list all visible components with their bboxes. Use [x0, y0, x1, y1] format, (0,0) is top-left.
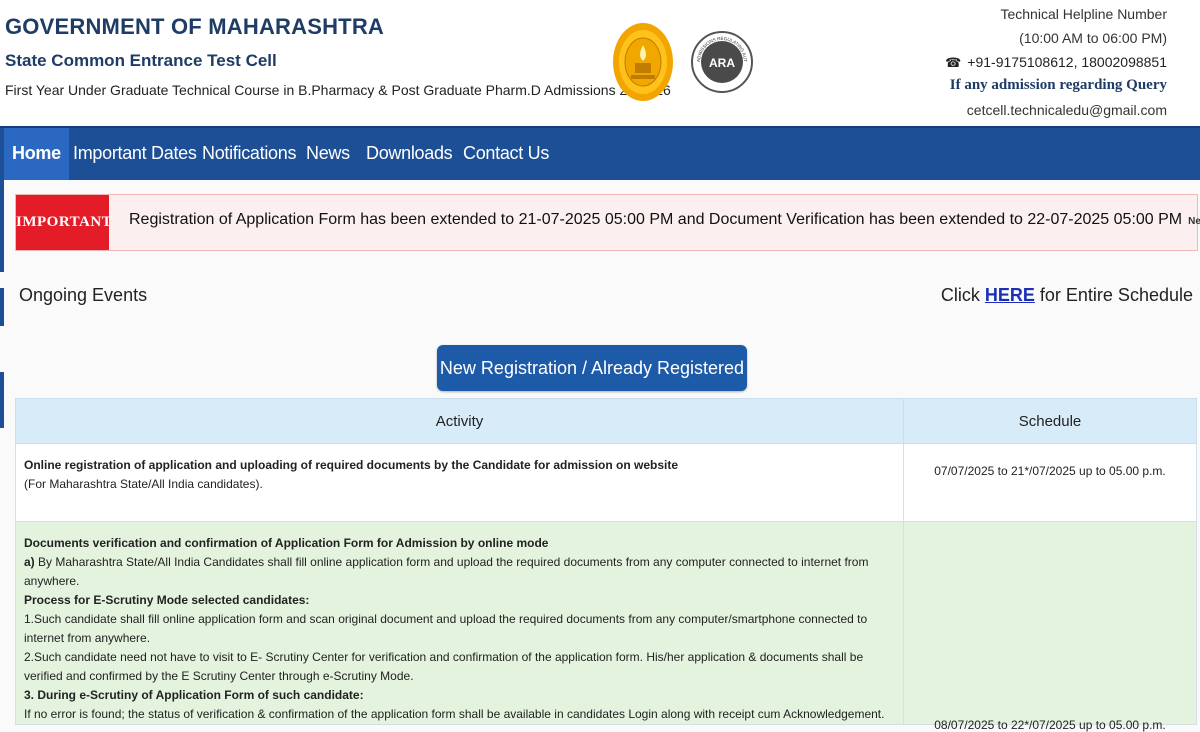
- schedule-cell: 07/07/2025 to 21*/07/2025 up to 05.00 p.…: [903, 443, 1197, 522]
- main-navbar: Home Important Dates Notifications News …: [0, 126, 1200, 180]
- course-title: First Year Under Graduate Technical Cour…: [5, 82, 671, 98]
- maharashtra-seal-logo: [613, 23, 673, 101]
- important-alert: IMPORTANT Registration of Application Fo…: [15, 194, 1200, 251]
- activity-title: Documents verification and confirmation …: [24, 536, 549, 550]
- schedule-header: Schedule: [903, 398, 1197, 444]
- helpline-phone-number: +91-9175108612, 18002098851: [967, 54, 1167, 70]
- activity-subtitle: (For Maharashtra State/All India candida…: [24, 477, 263, 491]
- process-title: Process for E-Scrutiny Mode selected can…: [24, 593, 310, 607]
- activity-header: Activity: [15, 398, 904, 444]
- ongoing-events-title: Ongoing Events: [19, 285, 148, 305]
- nav-item-home[interactable]: Home: [4, 128, 69, 180]
- government-title: GOVERNMENT OF MAHARASHTRA: [5, 14, 384, 39]
- process-step-3-title: 3. During e-Scrutiny of Application Form…: [24, 688, 364, 702]
- contact-email[interactable]: cetcell.technicaledu@gmail.com: [967, 102, 1167, 118]
- nav-item-news[interactable]: News: [306, 128, 350, 180]
- here-link[interactable]: HERE: [985, 285, 1035, 305]
- table-row: Documents verification and confirmation …: [15, 521, 1197, 732]
- alert-message: Registration of Application Form has bee…: [129, 211, 1183, 228]
- side-stripe: [0, 180, 4, 272]
- schedule-cell: 08/07/2025 to 22*/07/2025 up to 05.00 p.…: [903, 521, 1197, 732]
- new-badge: New: [1188, 216, 1200, 227]
- nav-item-notifications[interactable]: Notifications: [202, 128, 296, 180]
- cet-cell-title: State Common Entrance Test Cell: [5, 51, 277, 70]
- phone-icon: ☎: [945, 55, 962, 70]
- nav-item-downloads[interactable]: Downloads: [366, 128, 453, 180]
- helpline-hours: (10:00 AM to 06:00 PM): [1019, 30, 1167, 46]
- nav-item-important-dates[interactable]: Important Dates: [73, 128, 197, 180]
- site-header: GOVERNMENT OF MAHARASHTRA State Common E…: [0, 0, 1200, 126]
- schedule-link-text: Click HERE for Entire Schedule: [940, 285, 1193, 305]
- helpline-title: Technical Helpline Number: [1000, 6, 1167, 22]
- ara-logo: ARA ADMISSIONS REGULATING AUTHORITY • MA…: [690, 21, 753, 93]
- query-text: If any admission regarding Query: [949, 77, 1167, 93]
- nav-item-contact-us[interactable]: Contact Us: [463, 128, 549, 180]
- process-step-1: 1.Such candidate shall fill online appli…: [24, 612, 868, 645]
- process-step-3-text: If no error is found; the status of veri…: [24, 707, 885, 721]
- svg-text:ARA: ARA: [709, 56, 735, 70]
- activity-title: Online registration of application and u…: [24, 458, 679, 472]
- side-stripe: [0, 372, 4, 428]
- alert-marquee[interactable]: Registration of Application Form has bee…: [129, 211, 1200, 229]
- activity-a: a) By Maharashtra State/All India Candid…: [24, 555, 869, 588]
- helpline-phone: ☎ +91-9175108612, 18002098851: [945, 54, 1167, 71]
- table-row: Online registration of application and u…: [15, 443, 1197, 522]
- new-registration-button[interactable]: New Registration / Already Registered: [437, 345, 747, 391]
- important-badge: IMPORTANT: [16, 195, 112, 250]
- schedule-table: Activity Schedule Online registration of…: [15, 398, 1197, 732]
- process-step-2: 2.Such candidate need not have to visit …: [24, 650, 864, 683]
- side-stripe: [0, 288, 4, 326]
